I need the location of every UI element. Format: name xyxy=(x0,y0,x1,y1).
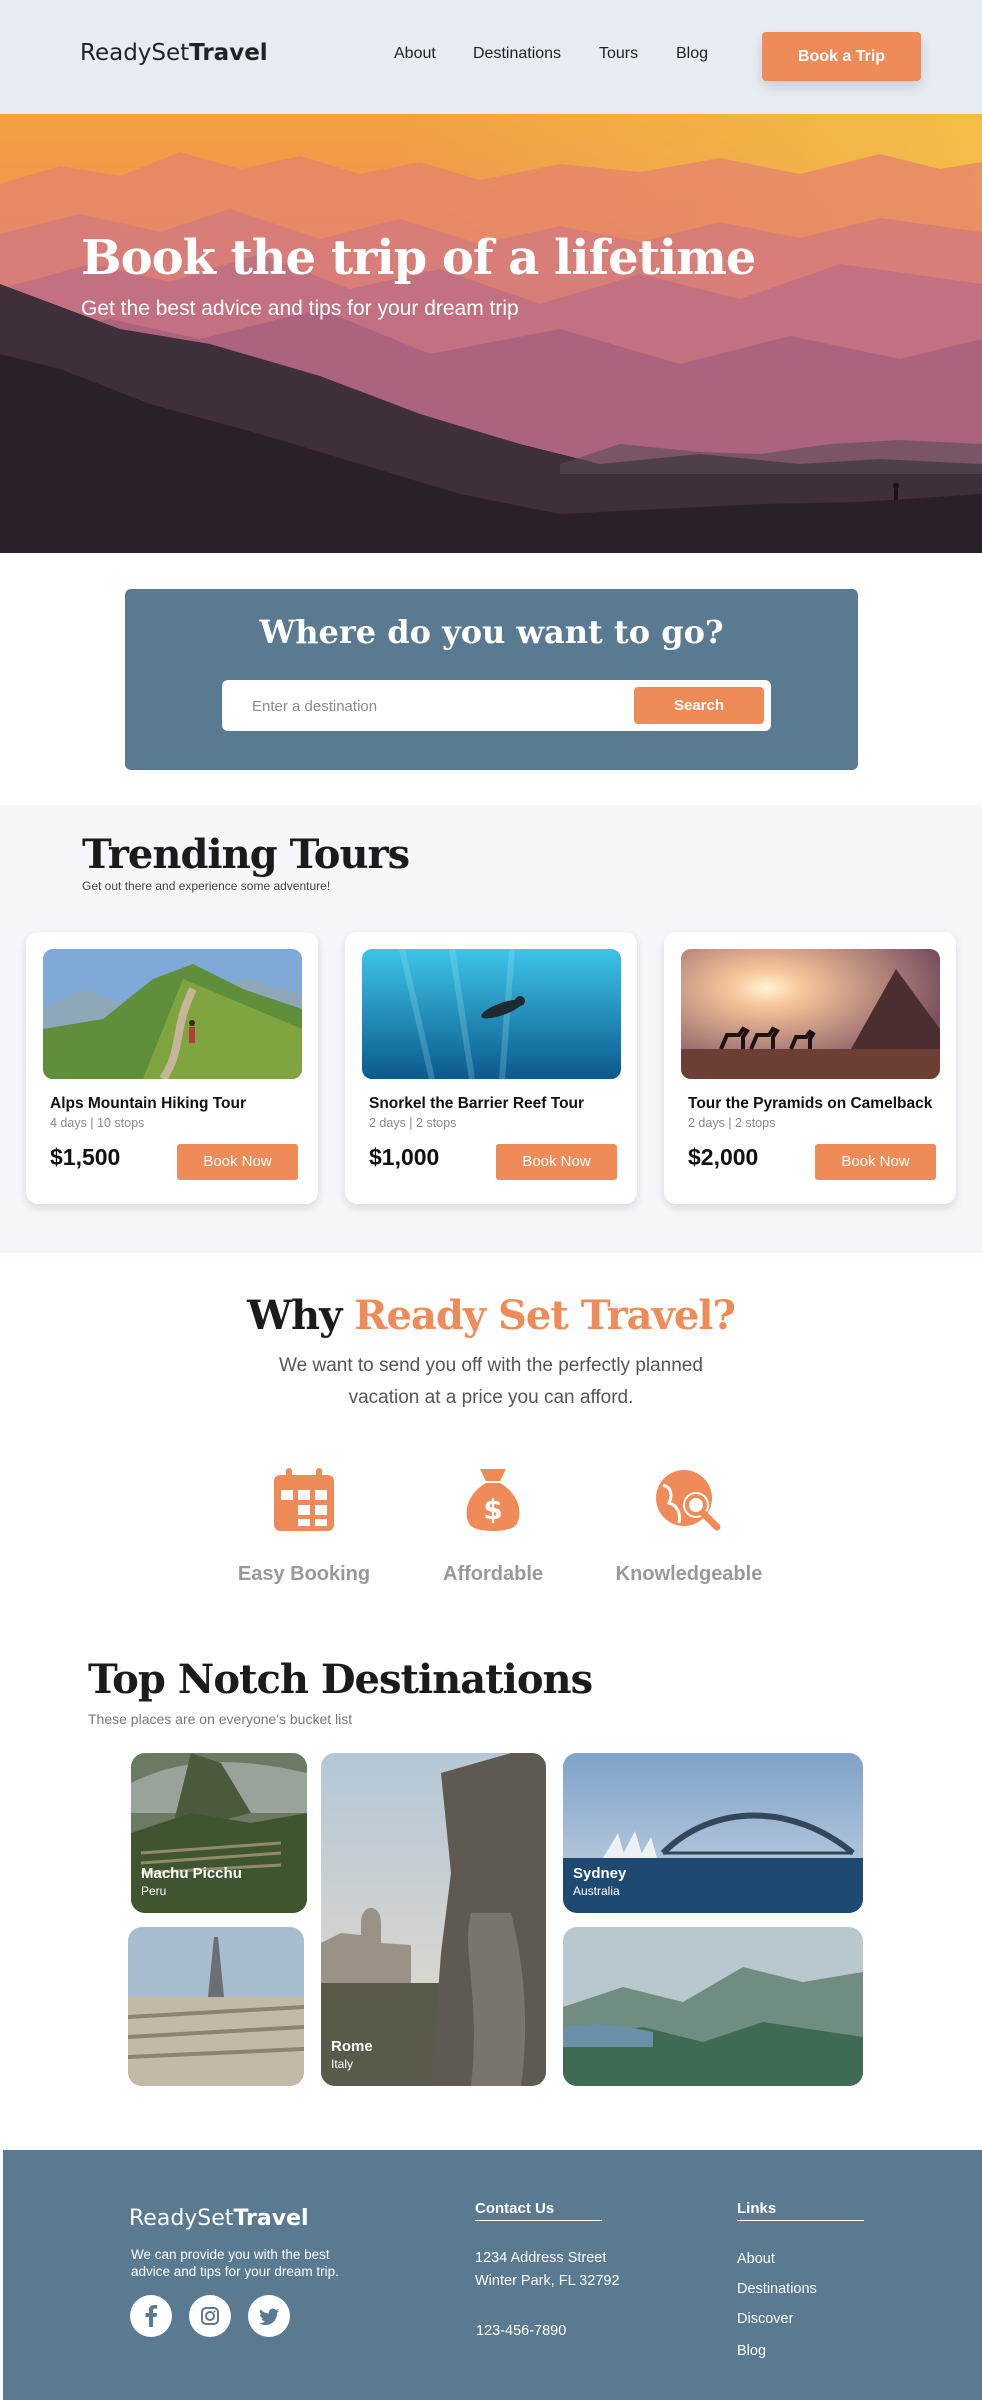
tour-card[interactable]: Snorkel the Barrier Reef Tour 2 days | 2… xyxy=(345,932,637,1204)
footer-logo-light-text: ReadySet xyxy=(129,2206,234,2231)
instagram-link[interactable] xyxy=(189,2295,231,2337)
trending-tours-section: Trending Tours Get out there and experie… xyxy=(0,805,982,1253)
rio-photo xyxy=(563,1927,863,2086)
search-title: Where do you want to go? xyxy=(259,613,724,651)
hero-mountain-image xyxy=(0,114,982,553)
footer-link-blog[interactable]: Blog xyxy=(737,2343,766,2359)
hero-title: Book the trip of a lifetime xyxy=(81,230,756,286)
pyramids-camels-photo xyxy=(681,949,940,1079)
footer-link-destinations[interactable]: Destinations xyxy=(737,2281,817,2297)
site-logo[interactable]: ReadySetTravel xyxy=(80,40,268,66)
paris-photo xyxy=(128,1927,304,2086)
destination-tile-machu-picchu[interactable]: Machu Picchu Peru xyxy=(131,1753,307,1913)
links-divider xyxy=(737,2220,864,2221)
svg-text:$: $ xyxy=(483,1493,502,1526)
feature-knowledgeable: Knowledgeable xyxy=(599,1465,779,1586)
instagram-icon xyxy=(201,2307,219,2325)
footer: ReadySetTravel We can provide you with t… xyxy=(3,2150,982,2400)
destination-search-input[interactable] xyxy=(252,693,612,719)
calendar-icon xyxy=(274,1468,334,1531)
feature-easy-booking: Easy Booking xyxy=(214,1465,394,1586)
twitter-link[interactable] xyxy=(248,2295,290,2337)
tour-meta: 2 days | 2 stops xyxy=(688,1116,776,1130)
tour-price: $1,500 xyxy=(50,1144,121,1170)
book-now-button[interactable]: Book Now xyxy=(177,1144,298,1180)
feature-label: Easy Booking xyxy=(237,1563,371,1585)
why-description: We want to send you off with the perfect… xyxy=(0,1350,982,1414)
footer-link-about[interactable]: About xyxy=(737,2251,775,2267)
destination-tile-paris[interactable] xyxy=(128,1927,304,2086)
trending-subtitle: Get out there and experience some advent… xyxy=(82,879,331,893)
tour-price: $1,000 xyxy=(369,1144,440,1170)
top-navbar: ReadySetTravel About Destinations Tours … xyxy=(0,0,982,114)
destination-country: Australia xyxy=(573,1884,620,1898)
destination-tile-rome[interactable]: Rome Italy xyxy=(321,1753,546,2086)
twitter-icon xyxy=(259,2308,279,2325)
tour-card[interactable]: Alps Mountain Hiking Tour 4 days | 10 st… xyxy=(26,932,318,1204)
footer-logo[interactable]: ReadySetTravel xyxy=(129,2206,309,2231)
alps-hiking-photo xyxy=(43,949,302,1079)
why-description-line1: We want to send you off with the perfect… xyxy=(279,1355,703,1376)
why-title-accent: Ready Set Travel? xyxy=(354,1292,736,1339)
nav-link-blog[interactable]: Blog xyxy=(676,45,708,63)
rome-photo xyxy=(321,1753,546,2086)
facebook-link[interactable] xyxy=(130,2295,172,2337)
search-box: Search xyxy=(222,680,771,731)
feature-label: Knowledgeable xyxy=(615,1563,763,1585)
destination-search-panel: Where do you want to go? Search xyxy=(125,589,858,770)
destinations-title: Top Notch Destinations xyxy=(88,1656,593,1703)
tour-name: Snorkel the Barrier Reef Tour xyxy=(369,1095,585,1112)
destination-name: Rome xyxy=(331,2038,373,2055)
footer-description: We can provide you with the best advice … xyxy=(131,2247,339,2279)
snorkel-reef-photo xyxy=(362,949,621,1079)
address-line1: 1234 Address Street xyxy=(475,2250,607,2266)
book-now-button[interactable]: Book Now xyxy=(815,1144,936,1180)
destination-country: Italy xyxy=(331,2057,354,2071)
why-title: Why Ready Set Travel? xyxy=(0,1292,982,1339)
destination-country: Peru xyxy=(141,1884,167,1898)
logo-light-text: ReadySet xyxy=(80,40,190,66)
facebook-icon xyxy=(145,2305,158,2327)
tour-meta: 4 days | 10 stops xyxy=(50,1116,145,1130)
address-line2: Winter Park, FL 32792 xyxy=(475,2273,620,2289)
contact-heading: Contact Us xyxy=(475,2200,555,2217)
tour-name: Tour the Pyramids on Camelback xyxy=(688,1095,933,1112)
nav-link-destinations[interactable]: Destinations xyxy=(473,45,561,63)
feature-label: Affordable xyxy=(443,1563,543,1585)
logo-bold-text: Travel xyxy=(189,40,268,66)
nav-link-tours[interactable]: Tours xyxy=(599,45,638,63)
tour-name: Alps Mountain Hiking Tour xyxy=(50,1095,247,1112)
tour-meta: 2 days | 2 stops xyxy=(369,1116,457,1130)
destination-name: Sydney xyxy=(573,1865,627,1882)
hero-banner: Book the trip of a lifetime Get the best… xyxy=(0,114,982,553)
book-trip-button[interactable]: Book a Trip xyxy=(762,32,921,81)
money-bag-icon: $ xyxy=(466,1469,520,1531)
footer-link-discover[interactable]: Discover xyxy=(737,2311,793,2327)
destination-tile-sydney[interactable]: Sydney Australia xyxy=(563,1753,863,1913)
hero-subtitle: Get the best advice and tips for your dr… xyxy=(81,297,519,320)
globe-search-icon xyxy=(656,1470,721,1531)
feature-affordable: $ Affordable xyxy=(403,1465,583,1586)
contact-divider xyxy=(475,2220,602,2221)
why-description-line2: vacation at a price you can afford. xyxy=(348,1387,634,1408)
footer-logo-bold-text: Travel xyxy=(233,2206,309,2231)
book-now-button[interactable]: Book Now xyxy=(496,1144,617,1180)
why-title-plain: Why xyxy=(247,1292,342,1339)
links-heading: Links xyxy=(737,2200,777,2217)
tour-price: $2,000 xyxy=(688,1144,759,1170)
phone-number: 123-456-7890 xyxy=(476,2323,567,2339)
trending-title: Trending Tours xyxy=(82,831,410,878)
nav-link-about[interactable]: About xyxy=(394,45,436,63)
search-button[interactable]: Search xyxy=(634,687,764,724)
destination-tile-rio[interactable] xyxy=(563,1927,863,2086)
tour-card[interactable]: Tour the Pyramids on Camelback 2 days | … xyxy=(664,932,956,1204)
destination-name: Machu Picchu xyxy=(141,1865,242,1882)
destinations-subtitle: These places are on everyone's bucket li… xyxy=(88,1711,353,1727)
